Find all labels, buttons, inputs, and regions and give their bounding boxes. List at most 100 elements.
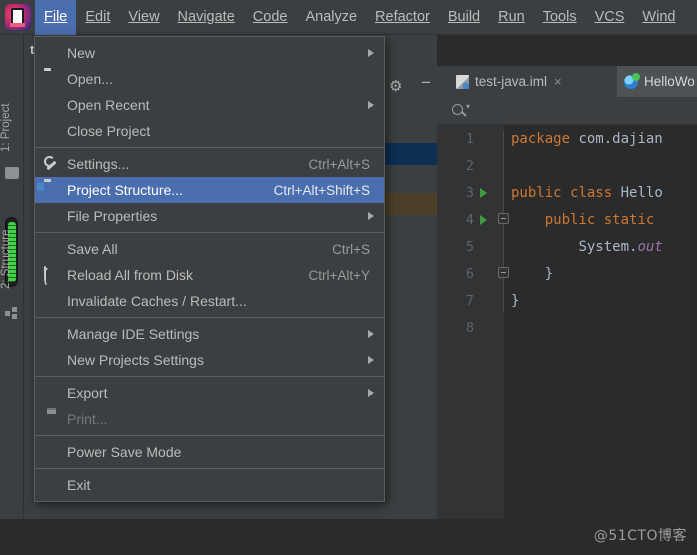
menu-view-label: View bbox=[128, 8, 160, 25]
intellij-idea-logo-icon bbox=[5, 4, 31, 30]
menu-separator bbox=[35, 435, 384, 436]
menu-tools-label: Tools bbox=[542, 8, 577, 25]
line-number: 4 bbox=[465, 212, 474, 228]
menu-item-reload-all-from-disk[interactable]: Reload All from Disk Ctrl+Alt+Y bbox=[35, 262, 384, 288]
menu-item-new-projects-settings[interactable]: New Projects Settings bbox=[35, 347, 384, 373]
menu-vcs[interactable]: VCS bbox=[586, 0, 634, 35]
menu-vcs-label: VCS bbox=[594, 8, 625, 25]
save-icon bbox=[44, 241, 60, 257]
menu-item-label: Reload All from Disk bbox=[67, 267, 194, 283]
menu-build-label: Build bbox=[447, 8, 481, 25]
line-number: 8 bbox=[465, 320, 474, 336]
chevron-right-icon bbox=[368, 389, 374, 397]
menu-item-power-save-mode[interactable]: Power Save Mode bbox=[35, 439, 384, 465]
menu-item-print: Print... bbox=[35, 406, 384, 432]
chevron-right-icon bbox=[368, 356, 374, 364]
structure-nodes-icon bbox=[5, 307, 19, 319]
search-icon[interactable] bbox=[452, 102, 470, 115]
main-menu-bar: File Edit View Navigate Code Analyze Ref… bbox=[0, 0, 697, 35]
editor-tab-label: test-java.iml bbox=[475, 74, 548, 89]
menu-item-label: Close Project bbox=[67, 123, 151, 139]
chevron-right-icon bbox=[368, 49, 374, 57]
editor-tab-strip: test-java.iml × HelloWo bbox=[437, 66, 697, 97]
menu-item-settings[interactable]: Settings... Ctrl+Alt+S bbox=[35, 151, 384, 177]
menu-item-label: File Properties bbox=[67, 208, 158, 224]
run-class-gutter-icon[interactable] bbox=[480, 188, 487, 198]
menu-item-label: Print... bbox=[67, 411, 108, 427]
editor-tab-test-java-iml[interactable]: test-java.iml × bbox=[449, 66, 569, 97]
file-dropdown-menu[interactable]: New Open... Open Recent Close Project Se… bbox=[34, 36, 385, 502]
print-icon bbox=[44, 411, 60, 427]
menu-item-export[interactable]: Export bbox=[35, 380, 384, 406]
menu-item-open[interactable]: Open... bbox=[35, 66, 384, 92]
intellij-idea-window: File Edit View Navigate Code Analyze Ref… bbox=[0, 0, 697, 555]
reload-icon bbox=[44, 265, 60, 285]
menu-item-open-recent[interactable]: Open Recent bbox=[35, 92, 384, 118]
menu-item-close-project[interactable]: Close Project bbox=[35, 118, 384, 144]
menu-item-label: Settings... bbox=[67, 156, 130, 172]
menu-item-label: New Projects Settings bbox=[67, 352, 204, 368]
project-search-bar[interactable] bbox=[437, 97, 697, 125]
menu-edit-label: Edit bbox=[85, 8, 111, 25]
chevron-right-icon bbox=[368, 212, 374, 220]
line-number: 2 bbox=[465, 158, 474, 174]
menu-code-label: Code bbox=[252, 8, 288, 25]
menu-run[interactable]: Run bbox=[489, 0, 534, 35]
menu-item-shortcut: Ctrl+S bbox=[332, 241, 370, 257]
wrench-icon bbox=[44, 156, 60, 172]
menu-view[interactable]: View bbox=[119, 0, 168, 35]
menu-edit[interactable]: Edit bbox=[76, 0, 119, 35]
line-number: 6 bbox=[465, 266, 474, 282]
menu-item-shortcut: Ctrl+Alt+S bbox=[308, 156, 370, 172]
menu-item-project-structure[interactable]: Project Structure... Ctrl+Alt+Shift+S bbox=[35, 177, 384, 203]
menu-item-save-all[interactable]: Save All Ctrl+S bbox=[35, 236, 384, 262]
gear-icon[interactable]: ⚙ bbox=[389, 77, 402, 95]
folder-icon bbox=[44, 71, 60, 87]
menu-item-file-properties[interactable]: File Properties bbox=[35, 203, 384, 229]
menu-item-label: New bbox=[67, 45, 96, 61]
menu-analyze-label: Analyze bbox=[305, 8, 358, 25]
menu-file[interactable]: File bbox=[35, 0, 77, 35]
menu-item-label: Export bbox=[67, 385, 108, 401]
fold-close-icon[interactable] bbox=[498, 267, 509, 278]
iml-file-icon bbox=[456, 74, 469, 89]
menu-refactor-label: Refactor bbox=[375, 8, 430, 25]
menu-build[interactable]: Build bbox=[439, 0, 489, 35]
status-bar-strip bbox=[0, 519, 697, 555]
menu-item-label: Open... bbox=[67, 71, 113, 87]
sidebar-item-project[interactable]: 1: Project bbox=[0, 97, 24, 159]
watermark: @51CTO博客 bbox=[593, 528, 687, 544]
menu-item-label: Save All bbox=[67, 241, 118, 257]
menu-item-label: Exit bbox=[67, 477, 91, 493]
menu-window[interactable]: Wind bbox=[633, 0, 684, 35]
menu-item-invalidate-caches[interactable]: Invalidate Caches / Restart... bbox=[35, 288, 384, 314]
line-number: 1 bbox=[465, 131, 474, 147]
code-line: System.out bbox=[578, 239, 663, 255]
fold-open-icon[interactable] bbox=[498, 213, 509, 224]
project-folder-icon bbox=[5, 167, 19, 179]
menu-item-shortcut: Ctrl+Alt+Y bbox=[308, 267, 370, 283]
code-editor[interactable]: 1 2 3 4 5 6 7 8 package com.dajian publi… bbox=[437, 125, 697, 555]
sidebar-item-structure[interactable]: 2: Structure bbox=[0, 220, 24, 298]
menu-item-shortcut: Ctrl+Alt+Shift+S bbox=[273, 182, 370, 198]
close-icon[interactable]: × bbox=[554, 74, 562, 89]
menu-refactor[interactable]: Refactor bbox=[366, 0, 439, 35]
chevron-right-icon bbox=[368, 330, 374, 338]
menu-item-manage-ide-settings[interactable]: Manage IDE Settings bbox=[35, 321, 384, 347]
menu-analyze[interactable]: Analyze bbox=[296, 0, 366, 35]
editor-tab-helloworld[interactable]: HelloWo bbox=[617, 66, 697, 97]
code-line: } bbox=[511, 266, 554, 282]
line-number: 5 bbox=[465, 239, 474, 255]
editor-area: test-java.iml × HelloWo 1 2 3 4 5 6 7 8 bbox=[437, 35, 697, 555]
menu-item-exit[interactable]: Exit bbox=[35, 472, 384, 498]
menu-tools[interactable]: Tools bbox=[534, 0, 586, 35]
run-method-gutter-icon[interactable] bbox=[480, 215, 487, 225]
menu-separator bbox=[35, 376, 384, 377]
menu-navigate[interactable]: Navigate bbox=[169, 0, 244, 35]
menu-item-label: Invalidate Caches / Restart... bbox=[67, 293, 247, 309]
menu-item-new[interactable]: New bbox=[35, 40, 384, 66]
menu-code[interactable]: Code bbox=[244, 0, 297, 35]
menu-navigate-label: Navigate bbox=[177, 8, 235, 25]
minimize-icon[interactable]: − bbox=[421, 73, 431, 93]
line-number: 7 bbox=[465, 293, 474, 309]
